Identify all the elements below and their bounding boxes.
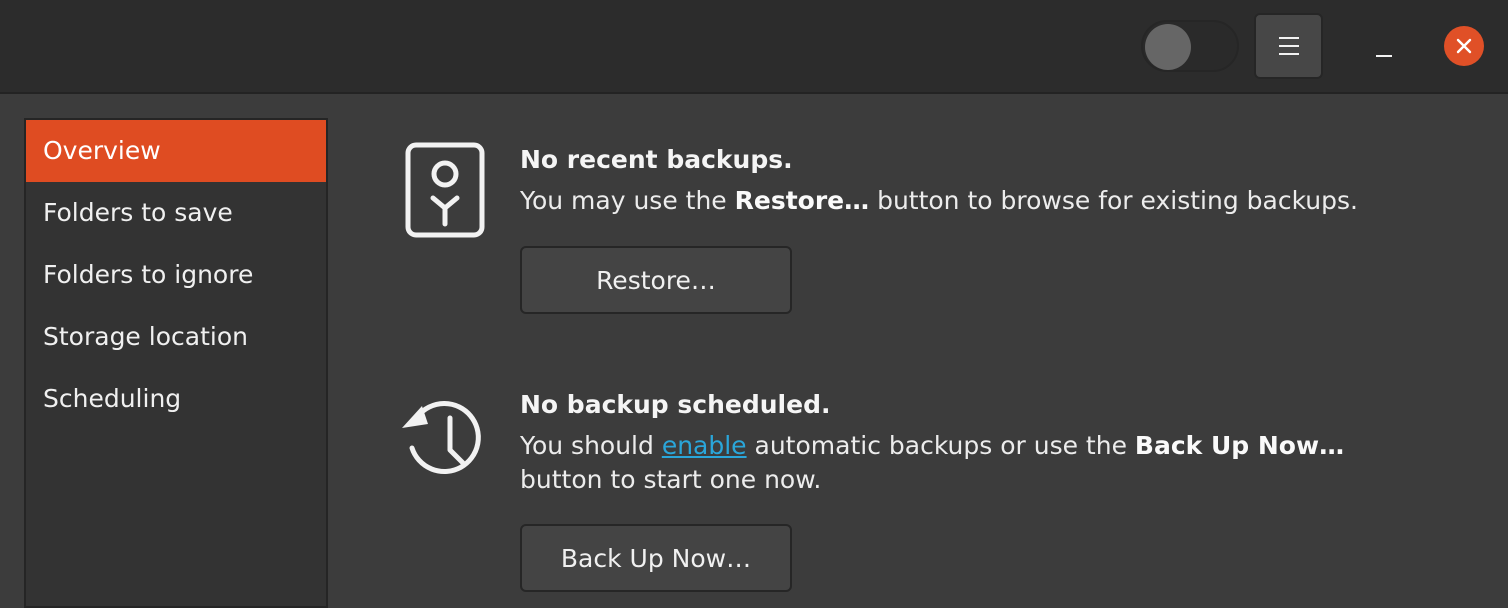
schedule-text-middle: automatic backups or use the bbox=[746, 431, 1135, 460]
toggle-knob bbox=[1145, 24, 1191, 70]
restore-text-before: You may use the bbox=[520, 186, 735, 215]
restore-button[interactable]: Restore… bbox=[520, 246, 792, 314]
sidebar-item-storage-location[interactable]: Storage location bbox=[26, 306, 326, 368]
schedule-description: You should enable automatic backups or u… bbox=[520, 429, 1344, 497]
schedule-text-line2: button to start one now. bbox=[520, 465, 822, 494]
schedule-section: No backup scheduled. You should enable a… bbox=[520, 390, 1344, 497]
sidebar-item-scheduling[interactable]: Scheduling bbox=[26, 368, 326, 430]
sidebar-item-folders-to-save[interactable]: Folders to save bbox=[26, 182, 326, 244]
restore-description: You may use the Restore… button to brows… bbox=[520, 184, 1358, 218]
toggle-switch[interactable] bbox=[1141, 20, 1239, 72]
schedule-title: No backup scheduled. bbox=[520, 390, 831, 419]
restore-title: No recent backups. bbox=[520, 145, 793, 174]
restore-text-after: button to browse for existing backups. bbox=[869, 186, 1358, 215]
back-up-now-button[interactable]: Back Up Now… bbox=[520, 524, 792, 592]
restore-section: No recent backups. You may use the Resto… bbox=[520, 145, 1358, 218]
minimize-icon bbox=[1376, 55, 1392, 57]
backup-drive-icon bbox=[405, 142, 485, 238]
sidebar: Overview Folders to save Folders to igno… bbox=[24, 118, 328, 608]
history-clock-icon bbox=[402, 401, 481, 474]
close-icon bbox=[1456, 38, 1472, 54]
sidebar-item-overview[interactable]: Overview bbox=[26, 120, 326, 182]
restore-text-bold: Restore… bbox=[734, 186, 870, 215]
enable-link[interactable]: enable bbox=[662, 431, 747, 460]
close-button[interactable] bbox=[1444, 26, 1484, 66]
menu-button[interactable] bbox=[1254, 13, 1323, 79]
schedule-text-bold: Back Up Now… bbox=[1134, 431, 1345, 460]
title-bar bbox=[0, 0, 1508, 94]
hamburger-icon bbox=[1278, 37, 1299, 55]
schedule-text-before: You should bbox=[520, 431, 662, 460]
minimize-button[interactable] bbox=[1360, 30, 1408, 70]
sidebar-item-folders-to-ignore[interactable]: Folders to ignore bbox=[26, 244, 326, 306]
